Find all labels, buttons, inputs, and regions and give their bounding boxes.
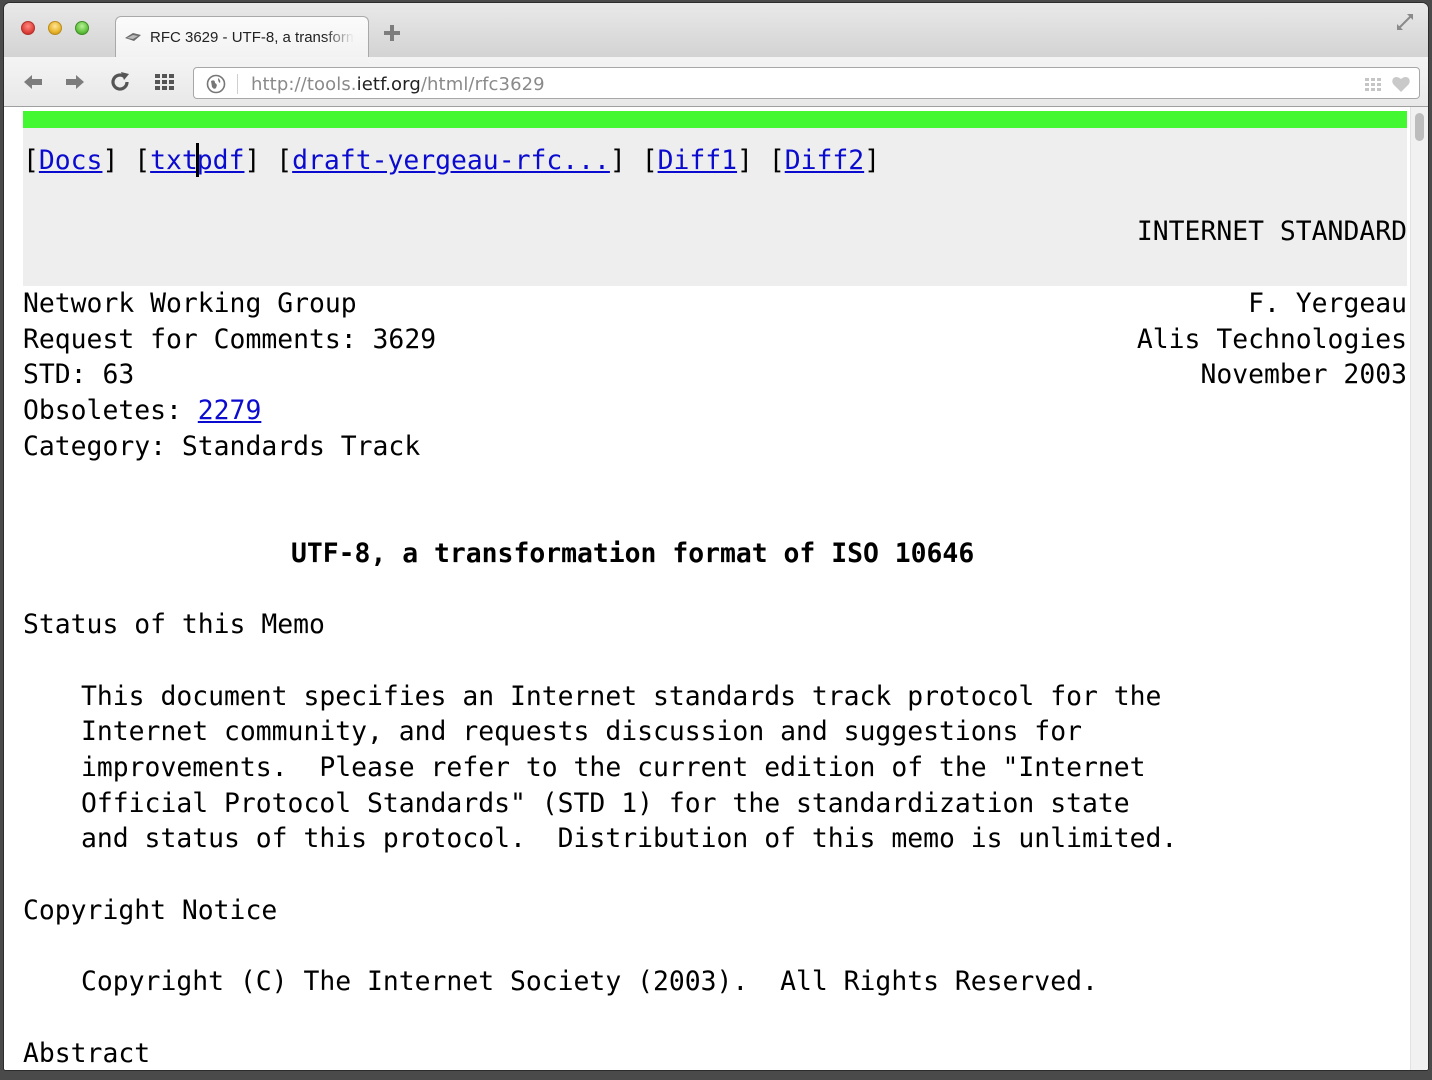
fullscreen-icon[interactable] (1394, 11, 1416, 33)
std-number: STD: 63 (23, 359, 135, 390)
link-docs[interactable]: Docs (39, 145, 103, 176)
scrollbar-thumb[interactable] (1415, 113, 1424, 141)
rfc-number: Request for Comments: 3629 (23, 324, 437, 355)
maturity-bar (23, 111, 1407, 128)
abstract-heading: Abstract (23, 1038, 151, 1069)
tab-rfc3629[interactable]: RFC 3629 - UTF-8, a transformation forma… (115, 16, 369, 58)
forward-arrow-icon[interactable] (62, 69, 88, 95)
site-info-icon[interactable] (206, 74, 226, 94)
apps-grid-icon[interactable] (152, 69, 178, 95)
link-diff1[interactable]: Diff1 (658, 145, 737, 176)
doc-nav-links: [Docs] [txtpdf] [draft-yergeau-rfc...] [… (23, 142, 880, 179)
zoom-window-button[interactable] (75, 21, 89, 35)
status-label: INTERNET STANDARD (1136, 216, 1407, 247)
nav-divider (195, 142, 199, 177)
close-window-button[interactable] (21, 21, 35, 35)
publication-date: November 2003 (1200, 359, 1407, 390)
link-txt[interactable]: txt (150, 145, 198, 176)
status-line-3: improvements. Please refer to the curren… (81, 752, 1146, 783)
address-separator (237, 74, 238, 94)
url-path: /html/rfc3629 (420, 74, 545, 95)
title-bar: RFC 3629 - UTF-8, a transformation forma… (4, 3, 1428, 58)
vertical-scrollbar[interactable] (1410, 107, 1428, 1070)
minimize-window-button[interactable] (48, 21, 62, 35)
new-tab-plus-icon[interactable] (382, 23, 402, 43)
obsoletes-label: Obsoletes: (23, 395, 198, 426)
obsoletes-line: Obsoletes: 2279 (23, 393, 261, 429)
copyright-text: Copyright (C) The Internet Society (2003… (81, 966, 1098, 997)
organization: Alis Technologies (1136, 324, 1407, 355)
status-heading: Status of this Memo (23, 609, 325, 640)
status-line-2: Internet community, and requests discuss… (81, 716, 1082, 747)
address-url[interactable]: http://tools.ietf.org/html/rfc3629 (251, 74, 545, 95)
extensions-grid-icon[interactable] (1363, 74, 1383, 94)
copyright-heading: Copyright Notice (23, 895, 278, 926)
url-prefix: http://tools. (251, 74, 357, 95)
back-arrow-icon[interactable] (20, 69, 46, 95)
link-diff2[interactable]: Diff2 (785, 145, 864, 176)
category: Category: Standards Track (23, 431, 421, 462)
page-viewport: [Docs] [txtpdf] [draft-yergeau-rfc...] [… (4, 107, 1428, 1070)
status-line-1: This document specifies an Internet stan… (81, 681, 1162, 712)
status-line-5: and status of this protocol. Distributio… (81, 823, 1178, 854)
link-draft[interactable]: draft-yergeau-rfc... (292, 145, 610, 176)
address-bar[interactable]: http://tools.ietf.org/html/rfc3629 (193, 67, 1420, 99)
browser-toolbar: http://tools.ietf.org/html/rfc3629 (4, 57, 1428, 107)
working-group: Network Working Group (23, 288, 357, 319)
link-pdf[interactable]: pdf (197, 145, 245, 176)
heart-bookmark-icon[interactable] (1391, 74, 1411, 94)
reload-icon[interactable] (107, 69, 133, 95)
tab-title: RFC 3629 - UTF-8, a transformation forma… (150, 29, 354, 46)
page-favicon-icon (125, 33, 141, 41)
browser-window: RFC 3629 - UTF-8, a transformation forma… (4, 3, 1428, 1070)
url-host: ietf.org (356, 74, 421, 95)
page-title: UTF-8, a transformation format of ISO 10… (291, 538, 975, 569)
link-rfc2279[interactable]: 2279 (198, 395, 262, 426)
author: F. Yergeau (1248, 288, 1407, 319)
status-line-4: Official Protocol Standards" (STD 1) for… (81, 788, 1130, 819)
